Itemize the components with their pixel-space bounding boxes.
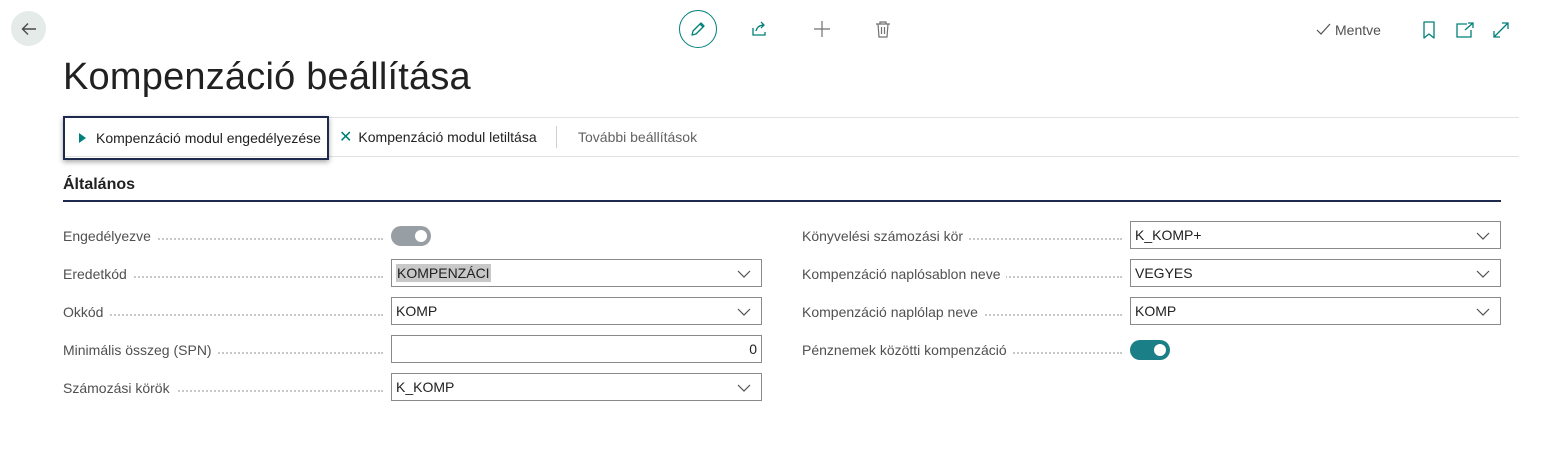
journal-batch-value: KOMP: [1135, 303, 1177, 319]
expand-button[interactable]: [1489, 18, 1513, 42]
share-icon: [752, 21, 766, 36]
source-code-value: KOMPENZÁCI: [396, 264, 491, 282]
expand-icon: [1493, 22, 1509, 38]
source-code-label: Eredetkód: [63, 264, 383, 284]
posting-series-select[interactable]: K_KOMP+: [1130, 221, 1501, 249]
currency-comp-label: Pénznemek közötti kompenzáció: [802, 340, 1122, 360]
reason-code-label: Okkód: [63, 302, 383, 322]
min-amount-label: Minimális összeg (SPN): [63, 340, 383, 360]
action-divider: [556, 126, 557, 148]
journal-batch-select[interactable]: KOMP: [1130, 297, 1501, 325]
reason-code-select[interactable]: KOMP: [391, 297, 762, 325]
bookmark-button[interactable]: [1417, 18, 1441, 42]
journal-template-value: VEGYES: [1135, 265, 1193, 281]
toggle-knob: [415, 230, 427, 242]
back-arrow-icon: [21, 22, 36, 35]
posting-series-value: K_KOMP+: [1135, 227, 1202, 243]
disable-module-action[interactable]: ✕ Kompenzáció modul letiltása: [339, 118, 537, 156]
page-title: Kompenzáció beállítása: [63, 56, 471, 98]
check-icon: [1316, 23, 1331, 35]
number-series-select[interactable]: K_KOMP: [391, 373, 762, 401]
enable-module-label: Kompenzáció modul engedélyezése: [96, 130, 321, 146]
toggle-knob: [1154, 344, 1166, 356]
saved-status-text: Mentve: [1335, 22, 1381, 38]
back-button[interactable]: [11, 11, 46, 46]
chevron-down-icon: [1476, 270, 1490, 278]
open-new-window-icon: [1456, 22, 1474, 38]
number-series-label: Számozási körök: [63, 378, 383, 398]
chevron-down-icon: [1476, 308, 1490, 316]
chevron-down-icon: [1476, 232, 1490, 240]
enabled-label: Engedélyezve: [63, 226, 383, 246]
section-divider: [63, 200, 1501, 202]
section-title-general: Általános: [63, 176, 136, 193]
chevron-down-icon: [737, 384, 751, 392]
enable-module-action[interactable]: Kompenzáció modul engedélyezése: [63, 116, 329, 160]
currency-comp-toggle[interactable]: [1130, 340, 1170, 360]
posting-series-label: Könyvelési számozási kör: [802, 226, 1122, 246]
trash-icon: [876, 21, 890, 38]
close-x-icon: ✕: [339, 129, 353, 146]
reason-code-value: KOMP: [396, 303, 438, 319]
more-settings-action[interactable]: További beállítások: [578, 118, 697, 156]
enabled-toggle[interactable]: [391, 226, 431, 246]
share-button[interactable]: [740, 10, 778, 48]
min-amount-input[interactable]: 0: [391, 335, 762, 363]
pencil-icon: [691, 22, 705, 36]
source-code-select[interactable]: KOMPENZÁCI: [391, 259, 762, 287]
saved-status: Mentve: [1316, 20, 1381, 40]
edit-button[interactable]: [679, 10, 717, 48]
disable-module-label: Kompenzáció modul letiltása: [358, 129, 537, 145]
action-bar: Kompenzáció modul engedélyezése ✕ Kompen…: [63, 116, 1519, 160]
new-button[interactable]: [803, 10, 841, 48]
plus-icon: [814, 21, 830, 37]
journal-template-label: Kompenzáció naplósablon neve: [802, 264, 1122, 284]
play-icon: [79, 133, 86, 143]
open-new-window-button[interactable]: [1453, 18, 1477, 42]
chevron-down-icon: [737, 308, 751, 316]
number-series-value: K_KOMP: [396, 379, 455, 395]
bookmark-icon: [1423, 21, 1435, 39]
delete-button[interactable]: [864, 10, 902, 48]
journal-template-select[interactable]: VEGYES: [1130, 259, 1501, 287]
chevron-down-icon: [737, 270, 751, 278]
journal-batch-label: Kompenzáció naplólap neve: [802, 302, 1122, 322]
